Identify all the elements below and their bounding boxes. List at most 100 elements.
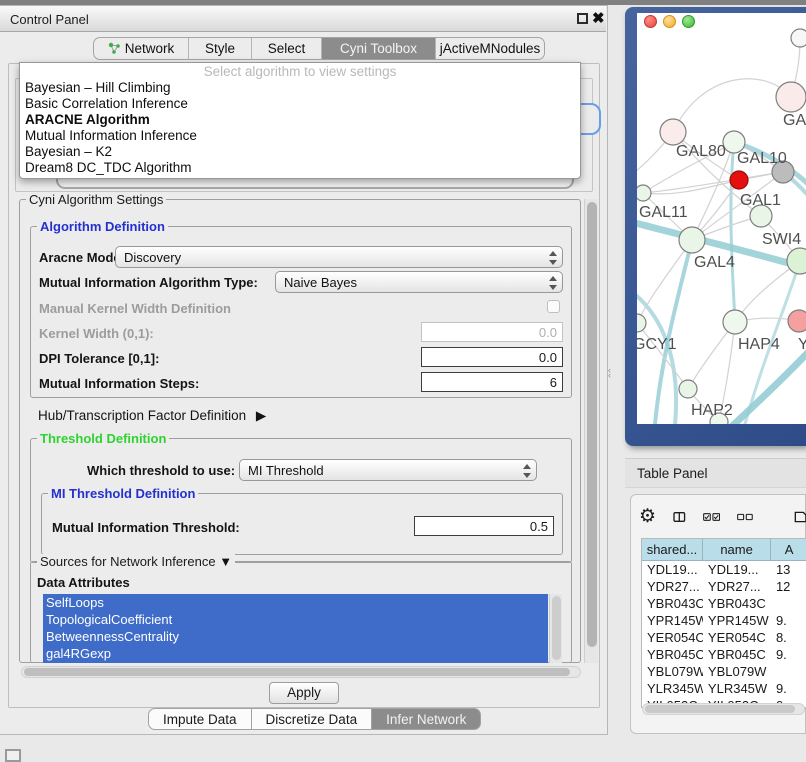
cell-shared-name[interactable]: YPR145W <box>642 612 703 629</box>
tab-network[interactable]: Network <box>94 38 189 59</box>
scrollbar-thumb[interactable] <box>24 668 570 676</box>
tab-cyni-toolbox-label: Cyni Toolbox <box>340 41 417 56</box>
cell-name[interactable]: YDR27... <box>703 578 771 595</box>
attribute-item[interactable]: gal4RGexp <box>43 645 548 662</box>
hub-definition-toggle[interactable]: Hub/Transcription Factor Definition ▶ <box>38 408 266 424</box>
mi-type-select[interactable]: Naive Bayes <box>275 271 563 293</box>
split-columns-icon[interactable] <box>673 509 686 525</box>
network-graph[interactable]: GAL GAL80 GAL10 GAL1 GAL11 SWI4 GAL4 GCY… <box>637 13 806 424</box>
table-row[interactable]: YDR27... YDR27... 12 <box>642 578 806 595</box>
attributes-vertical-scrollbar[interactable] <box>549 594 562 663</box>
cell-name[interactable]: YDL19... <box>703 561 771 578</box>
cell-shared-name[interactable]: YBL079W <box>642 663 703 680</box>
settings-vertical-scrollbar[interactable] <box>584 199 598 663</box>
node-hap2[interactable] <box>679 380 697 398</box>
attribute-item[interactable]: SelfLoops <box>43 594 548 611</box>
table-panel-titlebar: Table Panel <box>625 458 806 488</box>
panel-splitter-handle[interactable]: ‹‹ <box>608 368 618 382</box>
dropdown-item-selected[interactable]: ARACNE Algorithm <box>20 112 580 128</box>
dropdown-item[interactable]: Dream8 DC_TDC Algorithm <box>20 160 580 176</box>
cell-value[interactable]: 12 <box>771 578 806 595</box>
mi-steps-field[interactable]: 6 <box>421 372 563 392</box>
tab-infer-network[interactable]: Infer Network <box>372 708 481 730</box>
settings-horizontal-scrollbar[interactable] <box>21 666 581 678</box>
cell-name[interactable]: YBR043C <box>703 595 771 612</box>
cell-shared-name[interactable]: YBR045C <box>642 646 703 663</box>
cell-value[interactable]: 9. <box>771 680 806 697</box>
node-gal80[interactable] <box>660 119 686 145</box>
dropdown-item[interactable]: Basic Correlation Inference <box>20 96 580 112</box>
stepper-arrows-icon <box>548 275 557 291</box>
dpi-tolerance-field[interactable]: 0.0 <box>421 347 563 367</box>
node-unlabeled[interactable] <box>791 29 806 47</box>
dropdown-item[interactable]: Mutual Information Inference <box>20 128 580 144</box>
node-gal4[interactable] <box>679 227 705 253</box>
column-header-shared-name[interactable]: shared... <box>642 539 703 560</box>
control-panel-titlebar: Control Panel ✖ <box>0 6 606 32</box>
node-pink[interactable] <box>788 310 806 332</box>
cell-value[interactable]: 9. <box>771 646 806 663</box>
aracne-mode-select[interactable]: Discovery <box>115 246 563 268</box>
close-icon[interactable]: ✖ <box>592 9 605 27</box>
gear-icon[interactable]: ⚙ <box>639 506 656 528</box>
column-header-name[interactable]: name <box>703 539 771 560</box>
node-swi4[interactable] <box>787 248 806 274</box>
cell-shared-name[interactable]: YDL19... <box>642 561 703 578</box>
table-function-icon[interactable] <box>794 508 806 526</box>
tab-impute-data[interactable]: Impute Data <box>148 708 252 730</box>
sources-title-toggle[interactable]: Sources for Network Inference ▼ <box>37 554 235 569</box>
cell-name[interactable]: YLR345W <box>703 680 771 697</box>
cell-name[interactable]: YBR045C <box>703 646 771 663</box>
minimized-panel-grip[interactable] <box>5 749 21 762</box>
cell-value[interactable] <box>771 595 806 612</box>
scrollbar-thumb[interactable] <box>552 596 561 660</box>
table-row[interactable]: YER054C YER054C 8. <box>642 629 806 646</box>
scrollbar-thumb[interactable] <box>587 202 597 647</box>
node-gal11[interactable] <box>637 185 651 201</box>
dropdown-item[interactable]: Bayesian – K2 <box>20 144 580 160</box>
node-gal-partial[interactable] <box>776 82 806 112</box>
table-horizontal-scrollbar[interactable] <box>642 703 805 715</box>
cell-shared-name[interactable]: YLR345W <box>642 680 703 697</box>
algorithm-dropdown-popup: Select algorithm to view settings Bayesi… <box>19 62 581 179</box>
table-row[interactable]: YBL079W YBL079W <box>642 663 806 680</box>
mi-threshold-field[interactable]: 0.5 <box>414 516 554 536</box>
tab-select[interactable]: Select <box>252 38 322 59</box>
network-canvas-area[interactable]: GAL GAL80 GAL10 GAL1 GAL11 SWI4 GAL4 GCY… <box>637 13 806 424</box>
cell-value[interactable]: 13 <box>771 561 806 578</box>
table-row[interactable]: YBR043C YBR043C <box>642 595 806 612</box>
tab-cyni-toolbox[interactable]: Cyni Toolbox <box>322 38 436 59</box>
attribute-item[interactable]: TopologicalCoefficient <box>43 611 548 628</box>
show-checked-columns-icon[interactable] <box>703 511 720 523</box>
float-window-icon[interactable] <box>577 13 588 24</box>
cell-name[interactable]: YBL079W <box>703 663 771 680</box>
table-row[interactable]: YDL19... YDL19... 13 <box>642 561 806 578</box>
cell-name[interactable]: YER054C <box>703 629 771 646</box>
expand-right-arrow-icon: ▶ <box>256 408 266 423</box>
column-header-partial[interactable]: A <box>771 539 806 560</box>
scrollbar-thumb[interactable] <box>645 705 795 713</box>
tab-style[interactable]: Style <box>189 38 252 59</box>
dropdown-item[interactable]: Bayesian – Hill Climbing <box>20 80 580 96</box>
table-row[interactable]: YBR045C YBR045C 9. <box>642 646 806 663</box>
tab-jactivemnodules[interactable]: jActiveMNodules <box>436 38 544 59</box>
node-gcy1[interactable] <box>637 314 646 332</box>
attribute-item[interactable]: BetweennessCentrality <box>43 628 548 645</box>
node-red-selected[interactable] <box>730 171 748 189</box>
hide-columns-icon[interactable] <box>737 512 753 522</box>
tab-discretize-data[interactable]: Discretize Data <box>252 708 373 730</box>
cell-value[interactable] <box>771 663 806 680</box>
cell-shared-name[interactable]: YER054C <box>642 629 703 646</box>
table-row[interactable]: YPR145W YPR145W 9. <box>642 612 806 629</box>
which-threshold-select[interactable]: MI Threshold <box>239 459 537 481</box>
cell-shared-name[interactable]: YDR27... <box>642 578 703 595</box>
apply-button[interactable]: Apply <box>269 682 339 704</box>
node-hap4[interactable] <box>723 310 747 334</box>
node-table: shared... name A YDL19... YDL19... 13 YD… <box>641 538 806 708</box>
cell-value[interactable]: 8. <box>771 629 806 646</box>
cell-shared-name[interactable]: YBR043C <box>642 595 703 612</box>
aracne-mode-value: Discovery <box>124 250 181 265</box>
cell-name[interactable]: YPR145W <box>703 612 771 629</box>
table-row[interactable]: YLR345W YLR345W 9. <box>642 680 806 697</box>
cell-value[interactable]: 9. <box>771 612 806 629</box>
